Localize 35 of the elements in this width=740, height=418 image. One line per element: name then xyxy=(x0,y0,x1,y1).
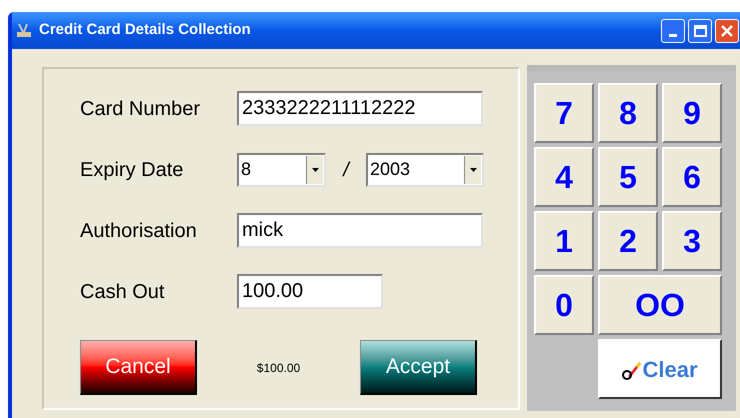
maximize-icon xyxy=(694,24,706,36)
keypad-key[interactable]: 2 xyxy=(598,211,658,271)
field-label: Cash Out xyxy=(80,280,166,304)
minimize-button[interactable] xyxy=(661,18,685,42)
accept-button[interactable]: Accept xyxy=(360,340,477,395)
field-label: Card Number xyxy=(80,96,202,122)
year-dropdown[interactable]: 2003 xyxy=(366,152,484,186)
keypad-key[interactable]: 1 xyxy=(534,211,594,271)
cancel-button[interactable]: Cancel xyxy=(80,340,197,395)
dropdown-button[interactable] xyxy=(306,156,323,184)
close-icon xyxy=(721,24,733,36)
text-field[interactable]: mick xyxy=(237,213,483,248)
close-button[interactable] xyxy=(715,18,739,42)
keypad-key[interactable]: 5 xyxy=(598,147,658,207)
text-field[interactable]: 100.00 xyxy=(237,274,383,309)
keypad-key[interactable]: 3 xyxy=(662,211,722,271)
window-title: Credit Card Details Collection xyxy=(39,20,252,40)
keypad-key[interactable]: 6 xyxy=(662,147,722,207)
field-label: Authorisation xyxy=(80,218,198,244)
keypad-key[interactable]: 0 xyxy=(534,275,594,335)
caret-icon xyxy=(312,168,318,172)
caret-icon xyxy=(470,168,476,172)
field-label: Expiry Date xyxy=(80,158,184,182)
keypad-key[interactable]: 4 xyxy=(534,147,594,207)
keypad-key[interactable]: 9 xyxy=(662,83,722,143)
text-field[interactable]: 2333222211112222 xyxy=(237,91,483,126)
clear-button[interactable]: Clear xyxy=(598,339,722,399)
month-dropdown[interactable]: 8 xyxy=(237,152,326,186)
maximize-button[interactable] xyxy=(688,18,712,42)
amount-text: $100.00 xyxy=(256,360,302,376)
keypad-key[interactable]: OO xyxy=(598,275,722,335)
date-separator: / xyxy=(341,158,352,182)
keypad-key[interactable]: 8 xyxy=(598,83,658,143)
keypad-key[interactable]: 7 xyxy=(534,83,594,143)
dropdown-button[interactable] xyxy=(464,156,481,184)
